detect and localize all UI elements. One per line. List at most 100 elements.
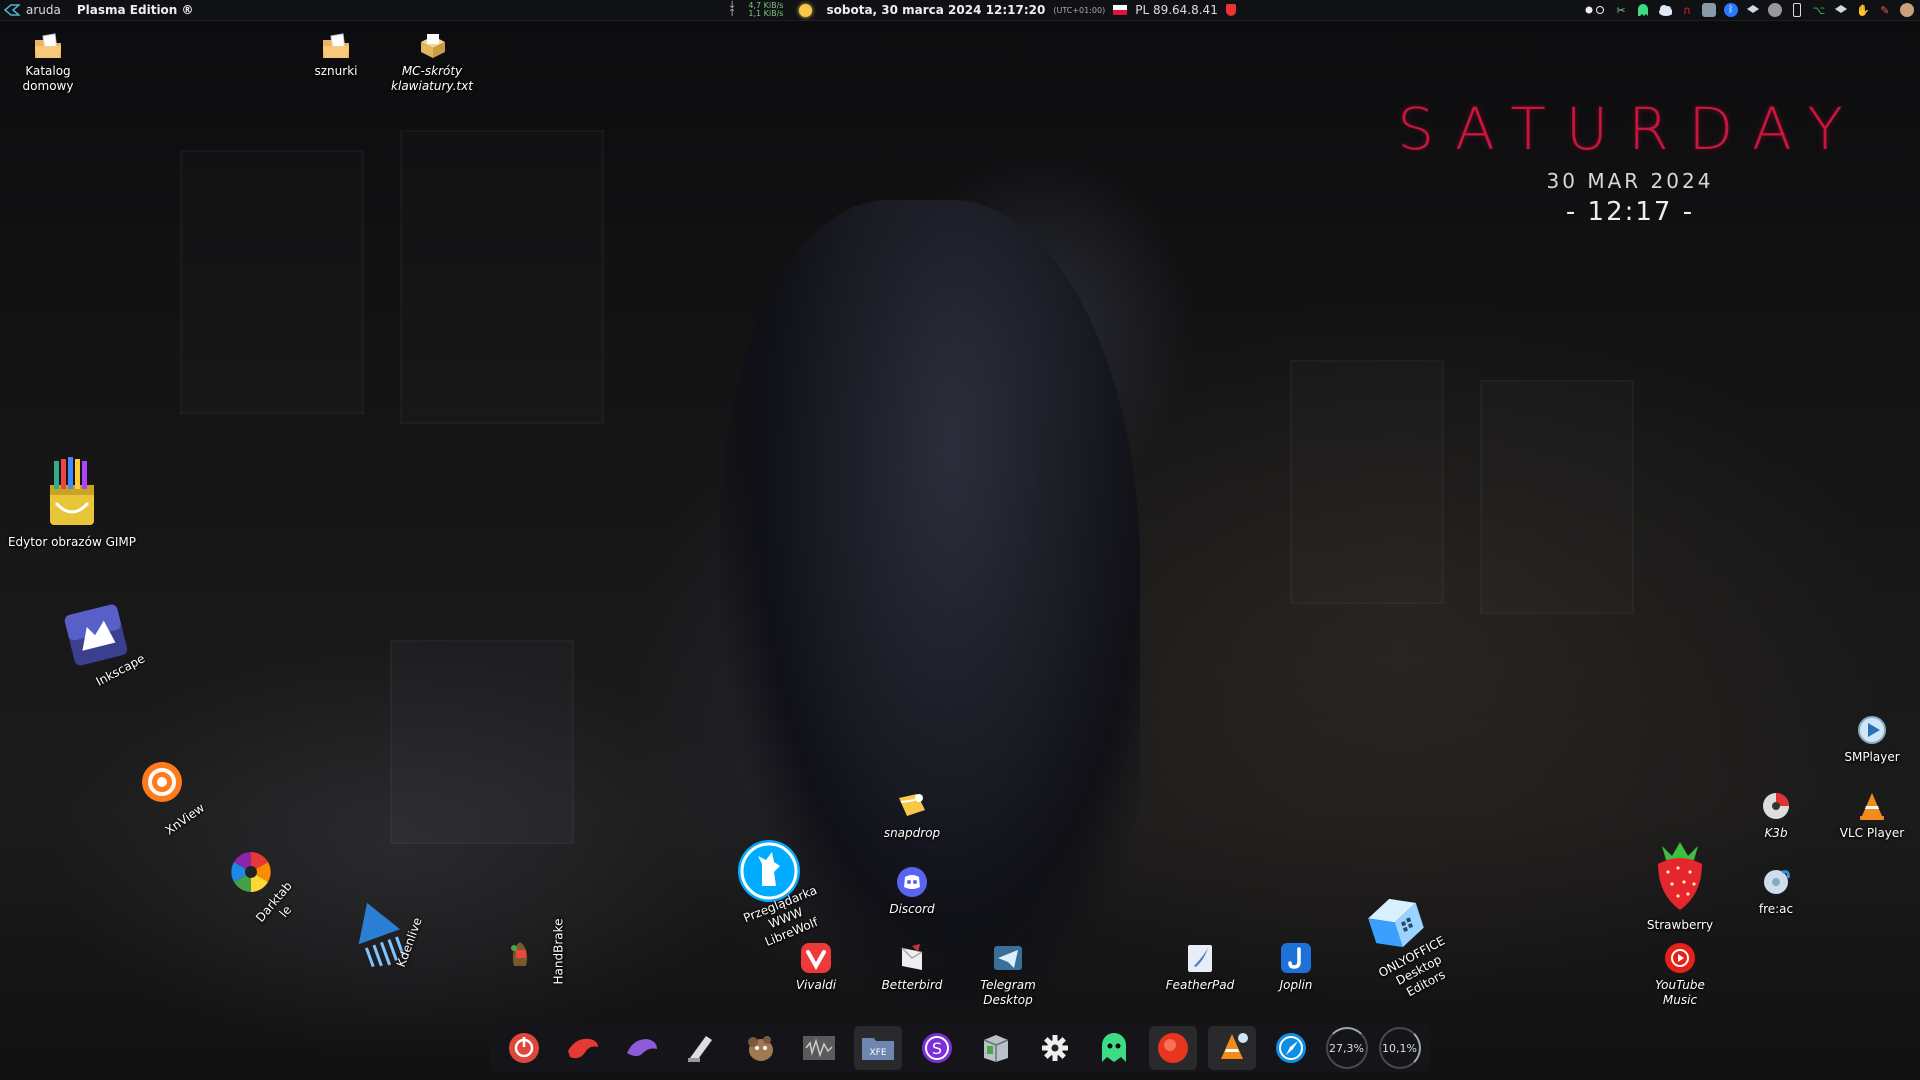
desktop-icon-strawberry[interactable]: Strawberry <box>1632 838 1728 933</box>
desktop-icon-handbrake[interactable]: HandBrake <box>490 918 566 985</box>
phone-icon[interactable] <box>1790 3 1804 17</box>
desktop-icon-label: Strawberry <box>1646 918 1714 932</box>
cpu-usage-meter[interactable]: 27,3% <box>1325 1027 1368 1069</box>
dock: XFE S 27,3% 10,1% <box>490 1023 1430 1073</box>
hand-icon[interactable]: ✋ <box>1856 3 1870 17</box>
avatar-icon[interactable] <box>1900 3 1914 17</box>
net-up-speed: 1,1 KiB/s <box>748 9 784 18</box>
desktop-icon-darktable[interactable]: Darktab le <box>203 850 299 925</box>
inkscape-icon <box>63 603 129 667</box>
record-icon <box>1157 1033 1188 1063</box>
snapdrop-icon <box>895 790 929 822</box>
dock-app-settings[interactable] <box>1031 1026 1079 1070</box>
clock-time: - 12:17 - <box>1565 197 1695 227</box>
vpn-shield-icon[interactable] <box>1225 4 1236 16</box>
discord-icon <box>896 866 928 898</box>
desktop-icon-featherpad[interactable]: FeatherPad <box>1152 942 1248 993</box>
desktop-icon-gimp[interactable]: Edytor obrazów GIMP <box>0 455 144 550</box>
dock-app-notes[interactable] <box>677 1026 725 1070</box>
clock-weekday: SATURDAY <box>1397 95 1863 163</box>
text-file-icon <box>417 32 447 60</box>
desktop-icon-xnview[interactable]: XnView <box>114 758 210 838</box>
desktop-icon-kdenlive[interactable]: Kdenlive <box>330 897 426 969</box>
dock-app-xfe[interactable]: XFE <box>853 1026 902 1070</box>
notes-icon <box>687 1036 712 1062</box>
dock-app-s[interactable]: S <box>913 1026 961 1070</box>
settings-gear-icon <box>1041 1035 1068 1061</box>
camera-icon[interactable] <box>1768 3 1782 17</box>
dock-app-ghost[interactable] <box>1090 1026 1138 1070</box>
scissors-icon[interactable]: ✂ <box>1614 3 1628 17</box>
desktop-icon-librewolf[interactable]: Przeglądarka WWW LibreWolf <box>714 838 824 949</box>
power-icon <box>508 1033 539 1063</box>
wallpaper-window-frame <box>400 130 604 424</box>
desktop-icon-inkscape[interactable]: Inkscape <box>48 603 148 689</box>
desktop-icon-label: Edytor obrazów GIMP <box>7 535 137 549</box>
xfe-file-manager-icon: XFE <box>861 1038 894 1060</box>
poland-flag-icon <box>1113 5 1128 15</box>
desktop-icon-vlc[interactable]: VLC Player <box>1824 790 1920 841</box>
desktop-icon-discord[interactable]: Discord <box>864 866 960 917</box>
desktop-icon-label: YouTube Music <box>1655 978 1705 1007</box>
vm-icon[interactable] <box>1702 3 1716 17</box>
desktop-icon-label: Telegram Desktop <box>980 978 1036 1007</box>
desktop-icon-betterbird[interactable]: Betterbird <box>864 942 960 993</box>
dock-app-bird-purple[interactable] <box>618 1026 666 1070</box>
dock-app-audio-editor[interactable] <box>795 1026 843 1070</box>
network-icon[interactable]: ⌥ <box>1812 3 1826 17</box>
darktable-icon <box>229 850 273 894</box>
toggle-dots-icon[interactable] <box>1584 3 1606 17</box>
network-speed: 4,7 KiB/s 1,1 KiB/s <box>748 2 783 18</box>
dock-app-vlc[interactable] <box>1207 1026 1256 1070</box>
desktop-icon-label: MC-skróty klawiatury.txt <box>391 64 473 93</box>
desktop-icon-smplayer[interactable]: SMPlayer <box>1824 714 1920 765</box>
desktop-icon-katalog-domowy[interactable]: Katalog domowy <box>0 32 96 94</box>
desktop-icon-freac[interactable]: fre:ac <box>1728 866 1824 917</box>
svg-text:S: S <box>931 1039 941 1058</box>
desktop-icon-k3b[interactable]: K3b <box>1728 790 1824 841</box>
dock-app-bird-red[interactable] <box>559 1026 607 1070</box>
dock-app-gimp[interactable] <box>736 1026 784 1070</box>
desktop-icon-label: Katalog domowy <box>22 64 74 93</box>
xnview-icon <box>137 758 187 806</box>
desktop-icon-telegram[interactable]: Telegram Desktop <box>960 942 1056 1008</box>
dock-power-button[interactable] <box>500 1026 548 1070</box>
desktop-icon-onlyoffice[interactable]: ONLYOFFICE Desktop Editors <box>1336 892 1456 999</box>
magnet-icon[interactable]: ∩ <box>1680 3 1694 17</box>
desktop-icon-youtube-music[interactable]: YouTube Music <box>1632 942 1728 1008</box>
weather-sun-icon[interactable] <box>799 3 813 17</box>
dock-app-package[interactable] <box>972 1026 1020 1070</box>
ram-usage-meter[interactable]: 10,1% <box>1378 1027 1421 1069</box>
dropbox-alt-icon[interactable] <box>1834 3 1848 17</box>
desktop-icon-snapdrop[interactable]: snapdrop <box>864 790 960 841</box>
panel-datetime[interactable]: sobota, 30 marca 2024 12:17:20 <box>826 3 1045 17</box>
wallpaper-window-frame <box>1290 360 1444 604</box>
dropbox-icon[interactable] <box>1746 3 1760 17</box>
dock-app-browser[interactable] <box>1267 1026 1315 1070</box>
youtube-music-icon <box>1664 942 1696 974</box>
edition-label: Plasma Edition ® <box>76 3 194 17</box>
username[interactable]: aruda <box>26 3 61 17</box>
wallpaper-window-frame <box>1480 380 1634 614</box>
vlc-icon <box>1856 790 1888 822</box>
desktop-icon-sznurki[interactable]: sznurki <box>288 32 384 79</box>
system-tray: ✂ ∩ ᛒ ⌥ ✋ ✎ <box>1584 0 1914 20</box>
public-ip[interactable]: PL 89.64.8.41 <box>1135 3 1218 17</box>
desktop-icon-mc-skroty[interactable]: MC-skróty klawiatury.txt <box>384 32 480 94</box>
desktop-icon-joplin[interactable]: Joplin <box>1248 942 1344 993</box>
desktop-icon-label: HandBrake <box>551 918 566 985</box>
desktop-icon-label: Discord <box>889 902 935 916</box>
desktop-icon-label: sznurki <box>314 64 358 78</box>
dock-app-recorder[interactable] <box>1148 1026 1197 1070</box>
desktop-icon-label: Joplin <box>1279 978 1313 992</box>
desktop-icon-vivaldi[interactable]: Vivaldi <box>768 942 864 993</box>
svg-text:XFE: XFE <box>869 1048 886 1058</box>
ghost-icon[interactable] <box>1636 3 1650 17</box>
bluetooth-icon[interactable]: ᛒ <box>1724 3 1738 17</box>
distro-logo-icon[interactable] <box>4 2 20 18</box>
cloud-icon[interactable] <box>1658 3 1672 17</box>
brush-icon[interactable]: ✎ <box>1878 3 1892 17</box>
clock-widget: SATURDAY 30 MAR 2024 - 12:17 - <box>1380 95 1880 227</box>
desktop-icon-label: XnView <box>162 800 207 838</box>
desktop-icon-label: snapdrop <box>883 826 941 840</box>
